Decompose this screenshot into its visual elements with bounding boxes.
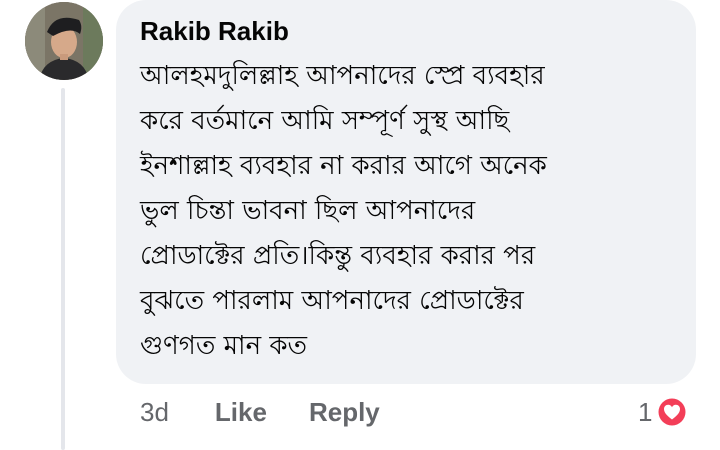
like-button[interactable]: Like <box>215 397 267 428</box>
reaction-summary[interactable]: 1 <box>638 394 688 430</box>
reply-button[interactable]: Reply <box>309 397 380 428</box>
comment-text: আলহমদুলিল্লাহ আপনাদের স্প্রে ব্যবহার করে… <box>140 61 547 361</box>
avatar[interactable] <box>25 2 103 80</box>
comment-bubble: Rakib Rakib আলহমদুলিল্লাহ আপনাদের স্প্রে… <box>116 0 696 384</box>
thread-line <box>61 88 65 450</box>
avatar-photo <box>25 2 103 80</box>
comment-timestamp[interactable]: 3d <box>140 397 169 428</box>
reaction-count: 1 <box>638 396 653 427</box>
heart-icon <box>657 397 688 427</box>
comment-author[interactable]: Rakib Rakib <box>140 16 672 46</box>
comment-actions: 3d Like Reply <box>140 394 380 430</box>
